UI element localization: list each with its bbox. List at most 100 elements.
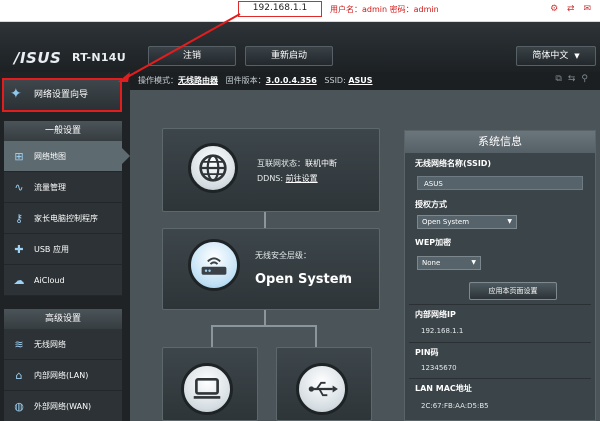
sidebar-item-aicloud[interactable]: ☁ AiCloud (4, 265, 122, 296)
wep-label: WEP加密 (415, 238, 452, 247)
status-icons: ⧉⇆⚲ (555, 74, 594, 84)
unlock-icon: ⊓ (339, 273, 347, 284)
network-map-icon: ⊞ (14, 150, 24, 163)
address-input[interactable]: 192.168.1.1 (238, 1, 322, 17)
quick-setup-wizard-button[interactable]: ✦ 网络设置向导 (2, 78, 122, 112)
sidebar-item-wan[interactable]: ◍ 外部网络(WAN) (4, 391, 122, 421)
ddns-label: DDNS: (257, 174, 284, 183)
computer-glyph (193, 377, 221, 399)
ssid-value[interactable]: ASUS (348, 76, 372, 85)
reboot-button[interactable]: 重新启动 (245, 46, 333, 66)
mode-value[interactable]: 无线路由器 (178, 76, 218, 85)
connector-line (211, 325, 317, 327)
browser-address-bar: 192.168.1.1 用户名：admin 密码：admin ⚙ ⇄ ✉ (0, 0, 600, 22)
chevron-down-icon: ▼ (574, 52, 580, 60)
wan-icon: ◍ (14, 400, 24, 413)
status-bar: 操作模式：无线路由器 固件版本：3.0.0.4.356 SSID: ASUS (130, 72, 600, 90)
language-select[interactable]: 简体中文 ▼ (516, 46, 596, 66)
sidebar-item-label: 家长电脑控制程序 (34, 214, 98, 223)
share-icon: ⇆ (567, 74, 582, 84)
ssid-input[interactable]: ASUS (417, 176, 583, 190)
connector-line (315, 325, 317, 347)
wep-select[interactable]: None ▼ (417, 256, 481, 270)
internet-status-label: 互联网状态： (257, 159, 305, 168)
active-item-pointer (122, 148, 130, 164)
system-info-title: 系统信息 (405, 131, 595, 153)
lan-ip-label: 内部网络IP (415, 310, 456, 319)
router-icon (188, 239, 240, 291)
lan-mac-label: LAN MAC地址 (415, 384, 472, 393)
usb-icon: ⚲ (581, 74, 594, 84)
sidebar-item-wireless[interactable]: ≋ 无线网络 (4, 329, 122, 360)
cloud-icon: ☁ (13, 274, 25, 287)
parental-control-icon: ⚷ (14, 212, 24, 225)
ddns-setup-link[interactable]: 前往设置 (286, 174, 318, 183)
model-name: RT-N14U (72, 51, 126, 64)
sidebar-item-label: AiCloud (34, 276, 65, 285)
usb-glyph (308, 381, 338, 397)
sidebar-item-label: 流量管理 (34, 183, 66, 192)
ssid-label: SSID: (324, 76, 346, 85)
divider (409, 378, 591, 379)
magic-wand-icon: ✦ (10, 86, 22, 102)
divider (409, 304, 591, 305)
brand-logo: /ISUS (14, 49, 62, 67)
system-info-panel: 系统信息 无线网络名称(SSID) ASUS 授权方式 Open System … (404, 130, 596, 421)
usb-app-icon: ✚ (14, 243, 24, 256)
connector-line (264, 212, 266, 228)
chevron-down-icon: ▼ (471, 259, 476, 266)
wireless-security-label: 无线安全层级： (255, 251, 311, 260)
usb-icon-large (296, 363, 348, 415)
advanced-menu: ≋ 无线网络 ⌂ 内部网络(LAN) ◍ 外部网络(WAN) (4, 329, 122, 421)
lan-mac-value: 2C:67:FB:AA:D5:B5 (421, 402, 489, 410)
sidebar-item-usb-app[interactable]: ✚ USB 应用 (4, 234, 122, 265)
apply-button[interactable]: 应用本页面设置 (469, 282, 557, 300)
globe-glyph (199, 154, 227, 182)
wep-value: None (422, 259, 441, 267)
computer-icon (181, 363, 233, 415)
auth-method-label: 授权方式 (415, 200, 447, 209)
sidebar-item-label: USB 应用 (34, 245, 69, 254)
chevron-down-icon: ▼ (507, 218, 512, 225)
router-admin-page: 192.168.1.1 用户名：admin 密码：admin ⚙ ⇄ ✉ /IS… (0, 0, 600, 421)
divider (409, 342, 591, 343)
firmware-label: 固件版本： (225, 76, 266, 85)
sidebar-item-network-map[interactable]: ⊞ 网络地图 (4, 141, 122, 172)
wifi-icon: ≋ (14, 338, 24, 351)
sidebar-item-label: 外部网络(WAN) (34, 402, 92, 411)
general-menu: ⊞ 网络地图 ∿ 流量管理 ⚷ 家长电脑控制程序 ✚ USB 应用 ☁ AiCl… (4, 141, 122, 296)
sidebar-item-traffic[interactable]: ∿ 流量管理 (4, 172, 122, 203)
auth-method-value: Open System (422, 218, 470, 226)
language-label: 简体中文 (532, 51, 569, 61)
globe-icon (188, 143, 238, 193)
internet-status-value: 联机中断 (305, 159, 337, 168)
ssid-field-label: 无线网络名称(SSID) (415, 159, 492, 168)
lan-icon: ⌂ (15, 369, 23, 382)
traffic-icon: ∿ (14, 181, 24, 194)
router-glyph (201, 257, 227, 275)
login-credentials-hint: 用户名：admin 密码：admin (330, 5, 439, 14)
firmware-value[interactable]: 3.0.0.4.356 (266, 76, 317, 85)
sidebar-item-label: 内部网络(LAN) (34, 371, 89, 380)
mode-label: 操作模式： (138, 76, 178, 85)
wireless-security-value: Open System (255, 272, 353, 287)
ddns-text: DDNS: 前往设置 (257, 173, 318, 184)
advanced-settings-header: 高级设置 (4, 309, 122, 329)
connector-line (211, 325, 213, 347)
sidebar-item-label: 网络地图 (34, 152, 66, 161)
wizard-label: 网络设置向导 (34, 90, 89, 100)
router-header: /ISUS RT-N14U 注销 重新启动 简体中文 ▼ (0, 22, 600, 72)
sidebar-item-label: 无线网络 (34, 340, 66, 349)
sidebar-item-parental-control[interactable]: ⚷ 家长电脑控制程序 (4, 203, 122, 234)
logout-button[interactable]: 注销 (148, 46, 236, 66)
internet-status-text: 互联网状态：联机中断 (257, 158, 337, 169)
pin-label: PIN码 (415, 348, 439, 357)
connector-line (264, 310, 266, 326)
lan-ip-value: 192.168.1.1 (421, 327, 464, 335)
sidebar-item-lan[interactable]: ⌂ 内部网络(LAN) (4, 360, 122, 391)
copy-icon: ⧉ (555, 74, 568, 84)
pin-value: 12345670 (421, 364, 457, 372)
browser-toolbar-icons[interactable]: ⚙ ⇄ ✉ (550, 4, 594, 14)
general-settings-header: 一般设置 (4, 121, 122, 141)
auth-method-select[interactable]: Open System ▼ (417, 215, 517, 229)
